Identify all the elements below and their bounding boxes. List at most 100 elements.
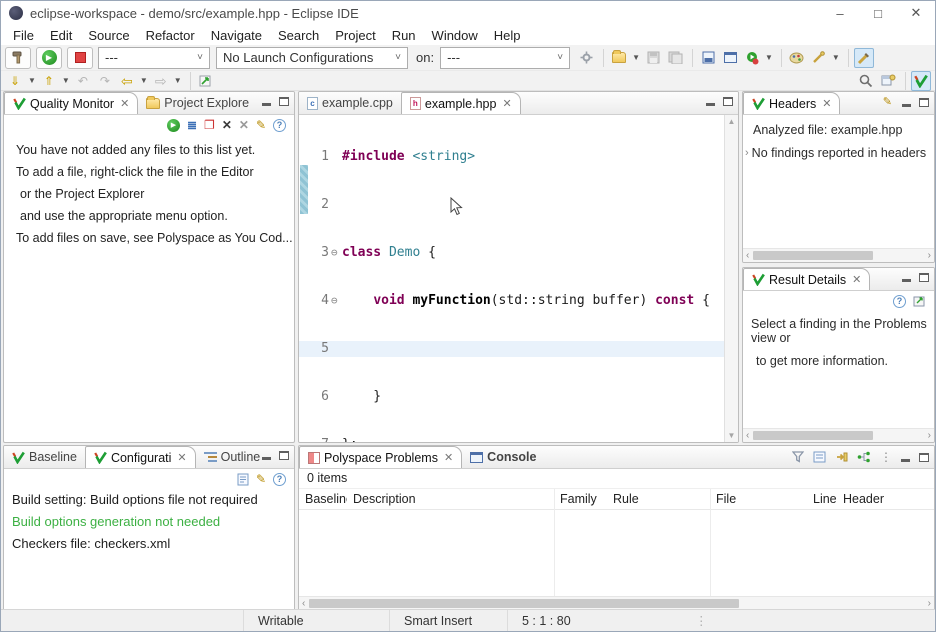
scrollbar-thumb[interactable]: [753, 251, 873, 260]
scroll-down-icon[interactable]: ▼: [728, 431, 736, 440]
last-edit-location-button[interactable]: [196, 71, 216, 91]
launch-target-combo[interactable]: --- ˅: [440, 47, 570, 69]
code-editor[interactable]: 1#include <string> 2 3⊖class Demo { 4⊖ v…: [299, 115, 738, 442]
scroll-left-icon[interactable]: ‹: [302, 598, 305, 609]
tab-console[interactable]: Console: [462, 446, 544, 468]
build-button[interactable]: [5, 47, 31, 69]
run-configurations-button[interactable]: [742, 48, 762, 68]
tree-view-icon[interactable]: [857, 451, 871, 463]
statusbar-drag-handle-icon[interactable]: ⋮: [695, 613, 708, 628]
scroll-right-icon[interactable]: ›: [928, 430, 931, 441]
save-button[interactable]: [643, 48, 663, 68]
build-config-combo[interactable]: --- ˅: [98, 47, 210, 69]
editor-vertical-scrollbar[interactable]: ▲ ▼: [724, 115, 738, 442]
menu-item-refactor[interactable]: Refactor: [138, 27, 203, 44]
filter-icon[interactable]: [792, 451, 804, 463]
run-configurations-dropdown[interactable]: ▼: [765, 53, 773, 62]
run-analysis-icon[interactable]: ▶: [167, 119, 180, 132]
column-header-rule[interactable]: Rule: [607, 492, 710, 506]
export-icon[interactable]: [835, 451, 848, 463]
tab-example-hpp[interactable]: h example.hpp ✕: [401, 92, 521, 114]
minimize-view-icon[interactable]: [901, 459, 910, 462]
menu-item-navigate[interactable]: Navigate: [203, 27, 270, 44]
code-line-current[interactable]: 5: [299, 341, 724, 357]
tab-outline[interactable]: Outline: [196, 446, 269, 468]
previous-annotation-dropdown[interactable]: ▼: [62, 76, 70, 85]
help-icon[interactable]: ?: [893, 295, 906, 308]
maximize-view-icon[interactable]: [279, 451, 289, 460]
profile-button[interactable]: [787, 48, 807, 68]
search-button[interactable]: [856, 71, 876, 91]
report-icon[interactable]: [237, 473, 249, 486]
polyspace-perspective-button[interactable]: [911, 71, 931, 91]
menu-item-window[interactable]: Window: [424, 27, 486, 44]
column-header-file[interactable]: File: [710, 492, 807, 506]
maximize-view-icon[interactable]: [919, 453, 929, 462]
scroll-up-icon[interactable]: ▲: [728, 117, 736, 126]
help-icon[interactable]: ?: [273, 473, 286, 486]
menu-item-project[interactable]: Project: [327, 27, 383, 44]
tab-quality-monitor[interactable]: Quality Monitor ✕: [4, 92, 138, 114]
show-list-icon[interactable]: ≣: [187, 119, 197, 131]
scroll-right-icon[interactable]: ›: [928, 598, 931, 609]
remove-files-icon[interactable]: ❐: [204, 119, 215, 131]
back-history-button[interactable]: ⇦: [117, 71, 137, 91]
clear-icon[interactable]: ✕: [222, 119, 232, 131]
minimize-view-icon[interactable]: [262, 457, 271, 460]
tab-example-cpp[interactable]: c example.cpp: [299, 92, 401, 114]
close-tab-icon[interactable]: ✕: [502, 97, 511, 110]
save-all-button[interactable]: [665, 48, 685, 68]
new-wizard-dropdown[interactable]: ▼: [632, 53, 640, 62]
menu-item-source[interactable]: Source: [80, 27, 137, 44]
external-tools-dropdown[interactable]: ▼: [832, 53, 840, 62]
next-annotation-dropdown[interactable]: ▼: [28, 76, 36, 85]
scrollbar-thumb[interactable]: [309, 599, 739, 608]
stop-button[interactable]: [67, 47, 93, 69]
maximize-view-icon[interactable]: [279, 97, 289, 106]
result-details-horizontal-scrollbar[interactable]: ‹ ›: [743, 428, 934, 442]
tab-headers[interactable]: Headers ✕: [743, 92, 840, 114]
run-button[interactable]: ▶: [36, 47, 62, 69]
edit-config-icon[interactable]: ✎: [256, 119, 266, 131]
view-menu-icon[interactable]: ⋮: [880, 451, 892, 463]
expand-chevron-icon[interactable]: ›: [745, 147, 749, 159]
maximize-view-icon[interactable]: [723, 97, 733, 106]
tab-baseline[interactable]: Baseline: [4, 446, 85, 468]
menu-item-run[interactable]: Run: [384, 27, 424, 44]
scrollbar-thumb[interactable]: [753, 431, 873, 440]
forward-history-button[interactable]: ⇨: [151, 71, 171, 91]
maximize-button[interactable]: □: [859, 1, 897, 25]
column-header-line[interactable]: Line: [807, 492, 837, 506]
menu-item-search[interactable]: Search: [270, 27, 327, 44]
help-icon[interactable]: ?: [273, 119, 286, 132]
forward-history-dropdown[interactable]: ▼: [174, 76, 182, 85]
menu-item-help[interactable]: Help: [486, 27, 529, 44]
column-header-header[interactable]: Header: [837, 492, 934, 506]
close-tab-icon[interactable]: ✕: [852, 273, 861, 286]
launch-config-combo[interactable]: No Launch Configurations ˅: [216, 47, 408, 69]
maximize-view-icon[interactable]: [919, 98, 929, 107]
fold-marker-icon[interactable]: ⊖: [331, 245, 342, 261]
minimize-button[interactable]: –: [821, 1, 859, 25]
scroll-left-icon[interactable]: ‹: [746, 430, 749, 441]
close-tab-icon[interactable]: ✕: [822, 97, 831, 110]
open-in-window-icon[interactable]: [913, 295, 926, 307]
tab-result-details[interactable]: Result Details ✕: [743, 268, 870, 290]
close-tab-icon[interactable]: ✕: [177, 451, 186, 464]
fold-marker-icon[interactable]: ⊖: [331, 293, 342, 309]
toggle-highlight-button[interactable]: [854, 48, 874, 68]
menu-item-file[interactable]: File: [5, 27, 42, 44]
column-header-family[interactable]: Family: [554, 492, 607, 506]
tab-project-explorer[interactable]: Project Explore: [138, 92, 257, 114]
clear-all-icon[interactable]: ✕: [239, 119, 249, 131]
new-wizard-button[interactable]: [609, 48, 629, 68]
back-history-dropdown[interactable]: ▼: [140, 76, 148, 85]
scroll-right-icon[interactable]: ›: [928, 250, 931, 261]
open-console-button[interactable]: [720, 48, 740, 68]
pin-icon[interactable]: ✎: [883, 97, 892, 108]
build-active-config-button[interactable]: [698, 48, 718, 68]
close-tab-icon[interactable]: ✕: [120, 97, 129, 110]
external-tools-button[interactable]: [809, 48, 829, 68]
close-button[interactable]: ✕: [897, 1, 935, 25]
minimize-view-icon[interactable]: [902, 104, 911, 107]
